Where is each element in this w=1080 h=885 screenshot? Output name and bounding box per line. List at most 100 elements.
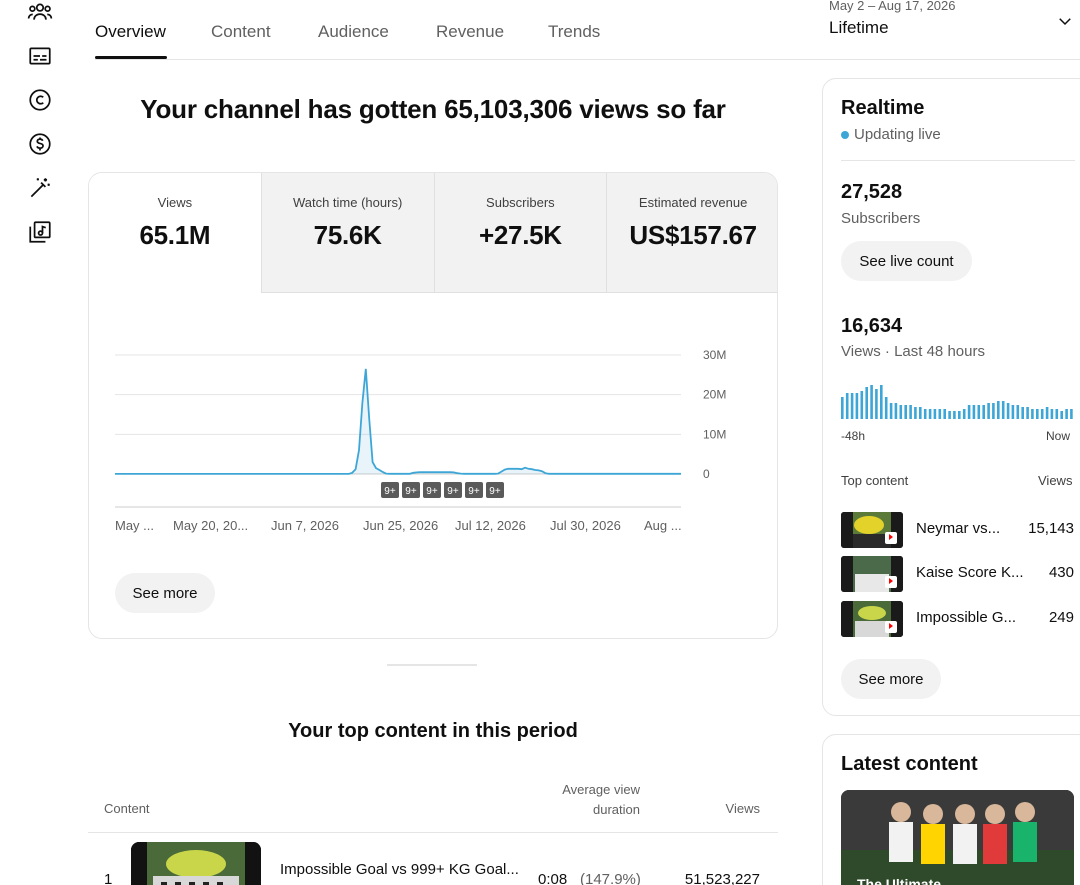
monetization-icon[interactable] [26,130,54,158]
realtime-bar [953,411,956,419]
realtime-card: Realtime Updating live 27,528 Subscriber… [822,78,1080,716]
metric-views[interactable]: Views 65.1M [89,173,261,293]
metric-label: Estimated revenue [638,195,748,210]
tab-trends[interactable]: Trends [548,22,600,42]
realtime-bar [914,407,917,419]
annotation-marker-label: 9+ [384,486,396,497]
realtime-bar [1040,409,1044,419]
metric-watch-time[interactable]: Watch time (hours) 75.6K [260,173,434,293]
realtime-see-more-button[interactable]: See more [841,659,941,699]
y-tick-label: 20M [703,388,726,402]
metric-value: 75.6K [313,220,382,250]
realtime-bar [1021,407,1024,419]
realtime-bar [841,397,844,419]
row-title[interactable]: Impossible Goal vs 999+ KG Goal... [280,861,525,878]
annotation-marker-label: 9+ [447,486,459,497]
realtime-content-item[interactable]: Neymar vs... 15,143 [841,512,1080,548]
latest-content-title: Latest content [841,753,978,775]
realtime-bar [962,409,966,419]
realtime-bar [1011,405,1015,419]
tab-audience[interactable]: Audience [318,22,389,42]
active-tab-indicator [95,56,167,59]
realtime-bar [1036,409,1039,419]
overview-card: Views 65.1M Watch time (hours) 75.6K Sub… [88,172,778,639]
realtime-views-label: Views · Last 48 hours [841,343,985,360]
realtime-views-count: 16,634 [841,315,903,337]
video-thumbnail[interactable] [131,842,261,885]
date-range-dates: May 2 – Aug 17, 2026 [829,0,956,13]
realtime-bar [860,391,864,419]
audio-library-icon[interactable] [26,218,54,246]
realtime-bar [1045,407,1049,419]
live-label: Updating live [854,126,941,143]
column-header-avg-line2: duration [593,802,640,817]
realtime-bar [845,393,849,419]
latest-video-thumbnail[interactable]: The Ultimate [841,790,1074,885]
realtime-bar [1016,405,1020,419]
column-header-content: Content [104,801,150,816]
realtime-subscribers-count: 27,528 [841,181,903,203]
realtime-item-views: 15,143 [1028,520,1074,537]
top-content-title: Your top content in this period [288,720,578,742]
date-range-picker[interactable]: May 2 – Aug 17, 2026 Lifetime [829,0,1080,45]
metric-label: Watch time (hours) [292,195,403,210]
metric-value: 65.1M [139,220,211,250]
realtime-bar [1006,403,1010,419]
subtitles-icon[interactable] [26,42,54,70]
realtime-bar [1026,407,1029,419]
realtime-bar [909,405,912,419]
realtime-item-title: Kaise Score K... [916,564,1024,581]
annotation-marker-label: 9+ [405,486,417,497]
views-chart: 30M 20M 10M 0 9+ 9+ 9+ 9+ 9+ 9+ May ... May 20, 20.… [115,348,726,533]
row-rank: 1 [104,871,113,885]
metric-value: US$157.67 [629,220,757,250]
realtime-axis-start: -48h [841,429,866,443]
tab-content[interactable]: Content [211,22,271,42]
realtime-bar [889,403,893,419]
realtime-bar [958,411,961,419]
realtime-bar [1070,409,1073,419]
series-area [115,368,681,474]
realtime-bar [880,385,883,419]
realtime-views-column-label: Views [1038,473,1073,488]
realtime-content-item[interactable]: Kaise Score K... 430 [841,556,1080,592]
column-header-avg-line1: Average view [562,782,640,797]
realtime-item-views: 249 [1048,609,1074,626]
realtime-bar [967,405,971,419]
see-live-count-button[interactable]: See live count [841,241,972,281]
realtime-bar [904,405,907,419]
short-thumbnail [841,512,903,548]
metric-subscribers[interactable]: Subscribers +27.5K [433,173,607,293]
realtime-bar [987,403,990,419]
copyright-icon[interactable] [26,86,54,114]
realtime-item-title: Neymar vs... [916,520,1001,537]
realtime-bar [850,393,854,419]
annotation-marker-label: 9+ [489,486,501,497]
see-more-button[interactable]: See more [115,573,215,613]
realtime-top-content-label: Top content [841,473,909,488]
metric-label: Views [157,195,193,210]
column-header-avg-duration: Average view duration [540,780,640,820]
chevron-down-icon [1059,18,1071,26]
realtime-bar [919,407,922,419]
realtime-title: Realtime [841,97,925,119]
table-divider [88,832,778,833]
realtime-bar [977,405,981,419]
realtime-bar [1031,409,1034,419]
tab-revenue[interactable]: Revenue [436,22,504,42]
x-tick-label: May 20, 20... [173,518,248,533]
realtime-bar [855,393,859,419]
tab-overview[interactable]: Overview [95,22,166,42]
realtime-bar [1065,409,1068,419]
annotation-marker-label: 9+ [426,486,438,497]
metric-tabs: Views 65.1M Watch time (hours) 75.6K Sub… [89,173,777,293]
metric-revenue[interactable]: Estimated revenue US$157.67 [606,173,777,293]
realtime-bar [1055,409,1059,419]
row-views: 51,523,227 [684,871,760,885]
realtime-bar [894,403,898,419]
x-tick-label: Aug ... [644,518,682,533]
realtime-content-item[interactable]: Impossible G... 249 [841,601,1080,637]
customization-icon[interactable] [26,174,54,202]
short-thumbnail [841,601,903,637]
audience-icon[interactable] [26,0,54,26]
